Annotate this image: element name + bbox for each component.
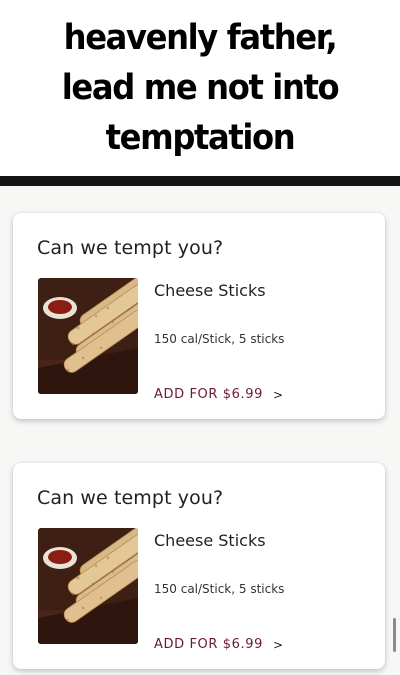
caption-text: heavenly father, lead me not into tempta… bbox=[61, 18, 340, 158]
cheese-sticks-image bbox=[38, 278, 138, 394]
add-price-label: ADD FOR $6.99 bbox=[154, 637, 263, 652]
product-calories: 150 cal/Stick, 5 sticks bbox=[154, 582, 285, 596]
add-to-order-button[interactable]: ADD FOR $6.99 > bbox=[154, 637, 284, 652]
product-name: Cheese Sticks bbox=[154, 531, 266, 550]
meme-caption: heavenly father, lead me not into tempta… bbox=[0, 0, 400, 176]
caption-divider bbox=[0, 176, 400, 186]
add-to-order-button[interactable]: ADD FOR $6.99 > bbox=[154, 387, 284, 402]
card-title: Can we tempt you? bbox=[37, 237, 224, 259]
product-calories: 150 cal/Stick, 5 sticks bbox=[154, 332, 285, 346]
scrollbar[interactable] bbox=[393, 618, 396, 652]
cheese-sticks-image bbox=[38, 528, 138, 644]
product-name: Cheese Sticks bbox=[154, 281, 266, 300]
app-screen: Can we tempt you? Cheese Sticks 150 cal/… bbox=[0, 186, 400, 675]
card-title: Can we tempt you? bbox=[37, 487, 224, 509]
upsell-card: Can we tempt you? Cheese Sticks 150 cal/… bbox=[13, 463, 385, 669]
upsell-card: Can we tempt you? Cheese Sticks 150 cal/… bbox=[13, 213, 385, 419]
chevron-right-icon: > bbox=[272, 637, 284, 652]
add-price-label: ADD FOR $6.99 bbox=[154, 387, 263, 402]
chevron-right-icon: > bbox=[272, 387, 284, 402]
